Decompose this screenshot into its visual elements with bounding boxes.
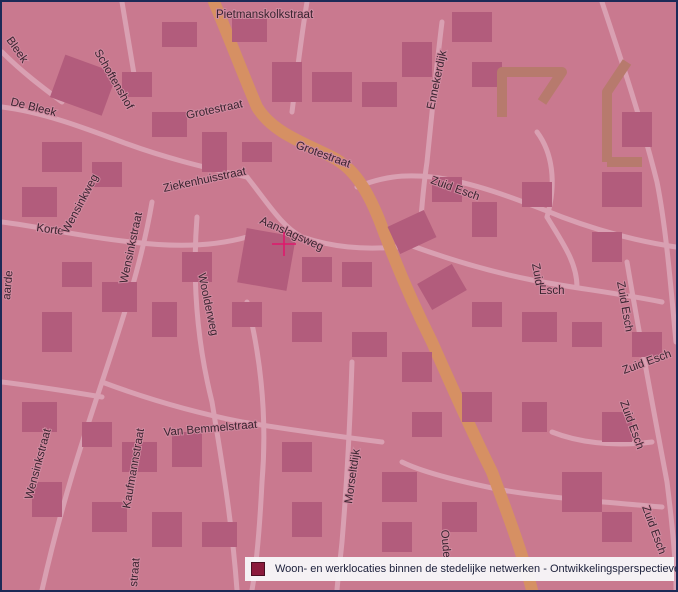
street-label-oude: Oude bbox=[438, 529, 452, 558]
legend-swatch bbox=[251, 562, 265, 576]
map-legend: Woon- en werklocaties binnen de stedelij… bbox=[245, 557, 676, 581]
map-view[interactable]: Pietmanskolkstraat Grotestraat Grotestra… bbox=[0, 0, 678, 592]
street-label-straat: straat bbox=[128, 557, 143, 587]
legend-label: Woon- en werklocaties binnen de stedelij… bbox=[275, 563, 678, 575]
street-label-esch: Esch bbox=[539, 285, 565, 297]
map-canvas[interactable]: Pietmanskolkstraat Grotestraat Grotestra… bbox=[2, 2, 676, 590]
street-label-pietmanskolkstraat: Pietmanskolkstraat bbox=[216, 9, 314, 21]
